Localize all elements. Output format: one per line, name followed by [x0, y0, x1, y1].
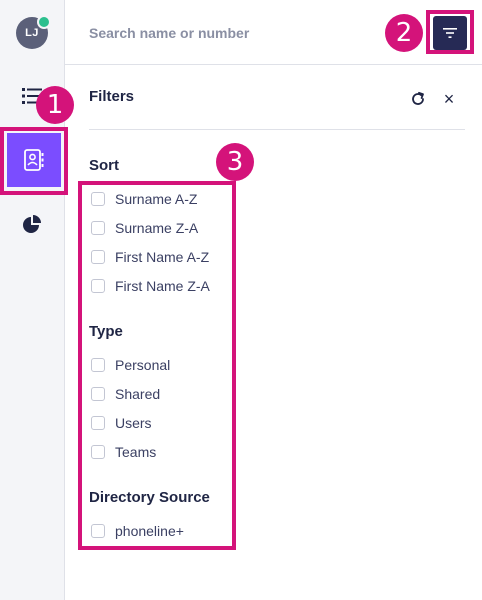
callout-badge-2: 2 — [385, 14, 423, 52]
checkbox-teams[interactable]: Teams — [91, 442, 156, 462]
checkbox[interactable] — [91, 250, 105, 264]
checkbox[interactable] — [91, 524, 105, 538]
section-title-directory-source: Directory Source — [89, 489, 210, 506]
checkbox-label: phoneline+ — [115, 523, 184, 539]
refresh-icon — [412, 91, 424, 105]
callout-number: 3 — [226, 147, 244, 177]
checkbox-label: Personal — [115, 357, 171, 373]
checkbox-label: First Name Z-A — [115, 278, 210, 294]
callout-badge-3: 3 — [216, 143, 254, 181]
section-title-sort: Sort — [89, 157, 119, 174]
checkbox-label: Users — [115, 415, 152, 431]
checkbox[interactable] — [91, 358, 105, 372]
callout-number: 1 — [46, 90, 64, 120]
checkbox-label: Surname Z-A — [115, 220, 199, 236]
checkbox-label: Shared — [115, 386, 161, 402]
checkbox-personal[interactable]: Personal — [91, 355, 170, 375]
checkbox[interactable] — [91, 445, 105, 459]
filter-icon — [443, 28, 457, 38]
checkbox[interactable] — [91, 387, 105, 401]
checkbox-users[interactable]: Users — [91, 413, 152, 433]
filters-title: Filters — [89, 88, 135, 105]
checkbox[interactable] — [91, 279, 105, 293]
checkbox[interactable] — [91, 221, 105, 235]
checkbox-first-name-z-a[interactable]: First Name Z-A — [91, 276, 210, 296]
checkbox-phoneline[interactable]: phoneline+ — [91, 521, 184, 541]
sidebar-item-contacts[interactable] — [3, 129, 65, 191]
checkbox[interactable] — [91, 192, 105, 206]
filter-button[interactable] — [433, 16, 467, 50]
presence-indicator — [37, 15, 51, 29]
divider — [89, 129, 465, 130]
checkbox-first-name-a-z[interactable]: First Name A-Z — [91, 247, 209, 267]
checkbox-shared[interactable]: Shared — [91, 384, 160, 404]
close-icon: × — [443, 88, 455, 109]
section-title-type: Type — [89, 323, 123, 340]
close-button[interactable]: × — [440, 89, 458, 109]
checkbox-label: Surname A-Z — [115, 191, 198, 207]
checkbox-surname-a-z[interactable]: Surname A-Z — [91, 189, 197, 209]
sidebar-item-analytics[interactable] — [16, 208, 48, 240]
refresh-button[interactable] — [408, 89, 428, 109]
checkbox-label: Teams — [115, 444, 157, 460]
avatar-initials: LJ — [25, 27, 39, 39]
search-input[interactable] — [89, 22, 389, 44]
checkbox-surname-z-a[interactable]: Surname Z-A — [91, 218, 198, 238]
pie-chart-icon — [23, 215, 41, 233]
checkbox-label: First Name A-Z — [115, 249, 210, 265]
checkbox[interactable] — [91, 416, 105, 430]
callout-number: 2 — [395, 18, 413, 48]
callout-badge-1: 1 — [36, 86, 74, 124]
contact-book-icon — [24, 149, 44, 171]
